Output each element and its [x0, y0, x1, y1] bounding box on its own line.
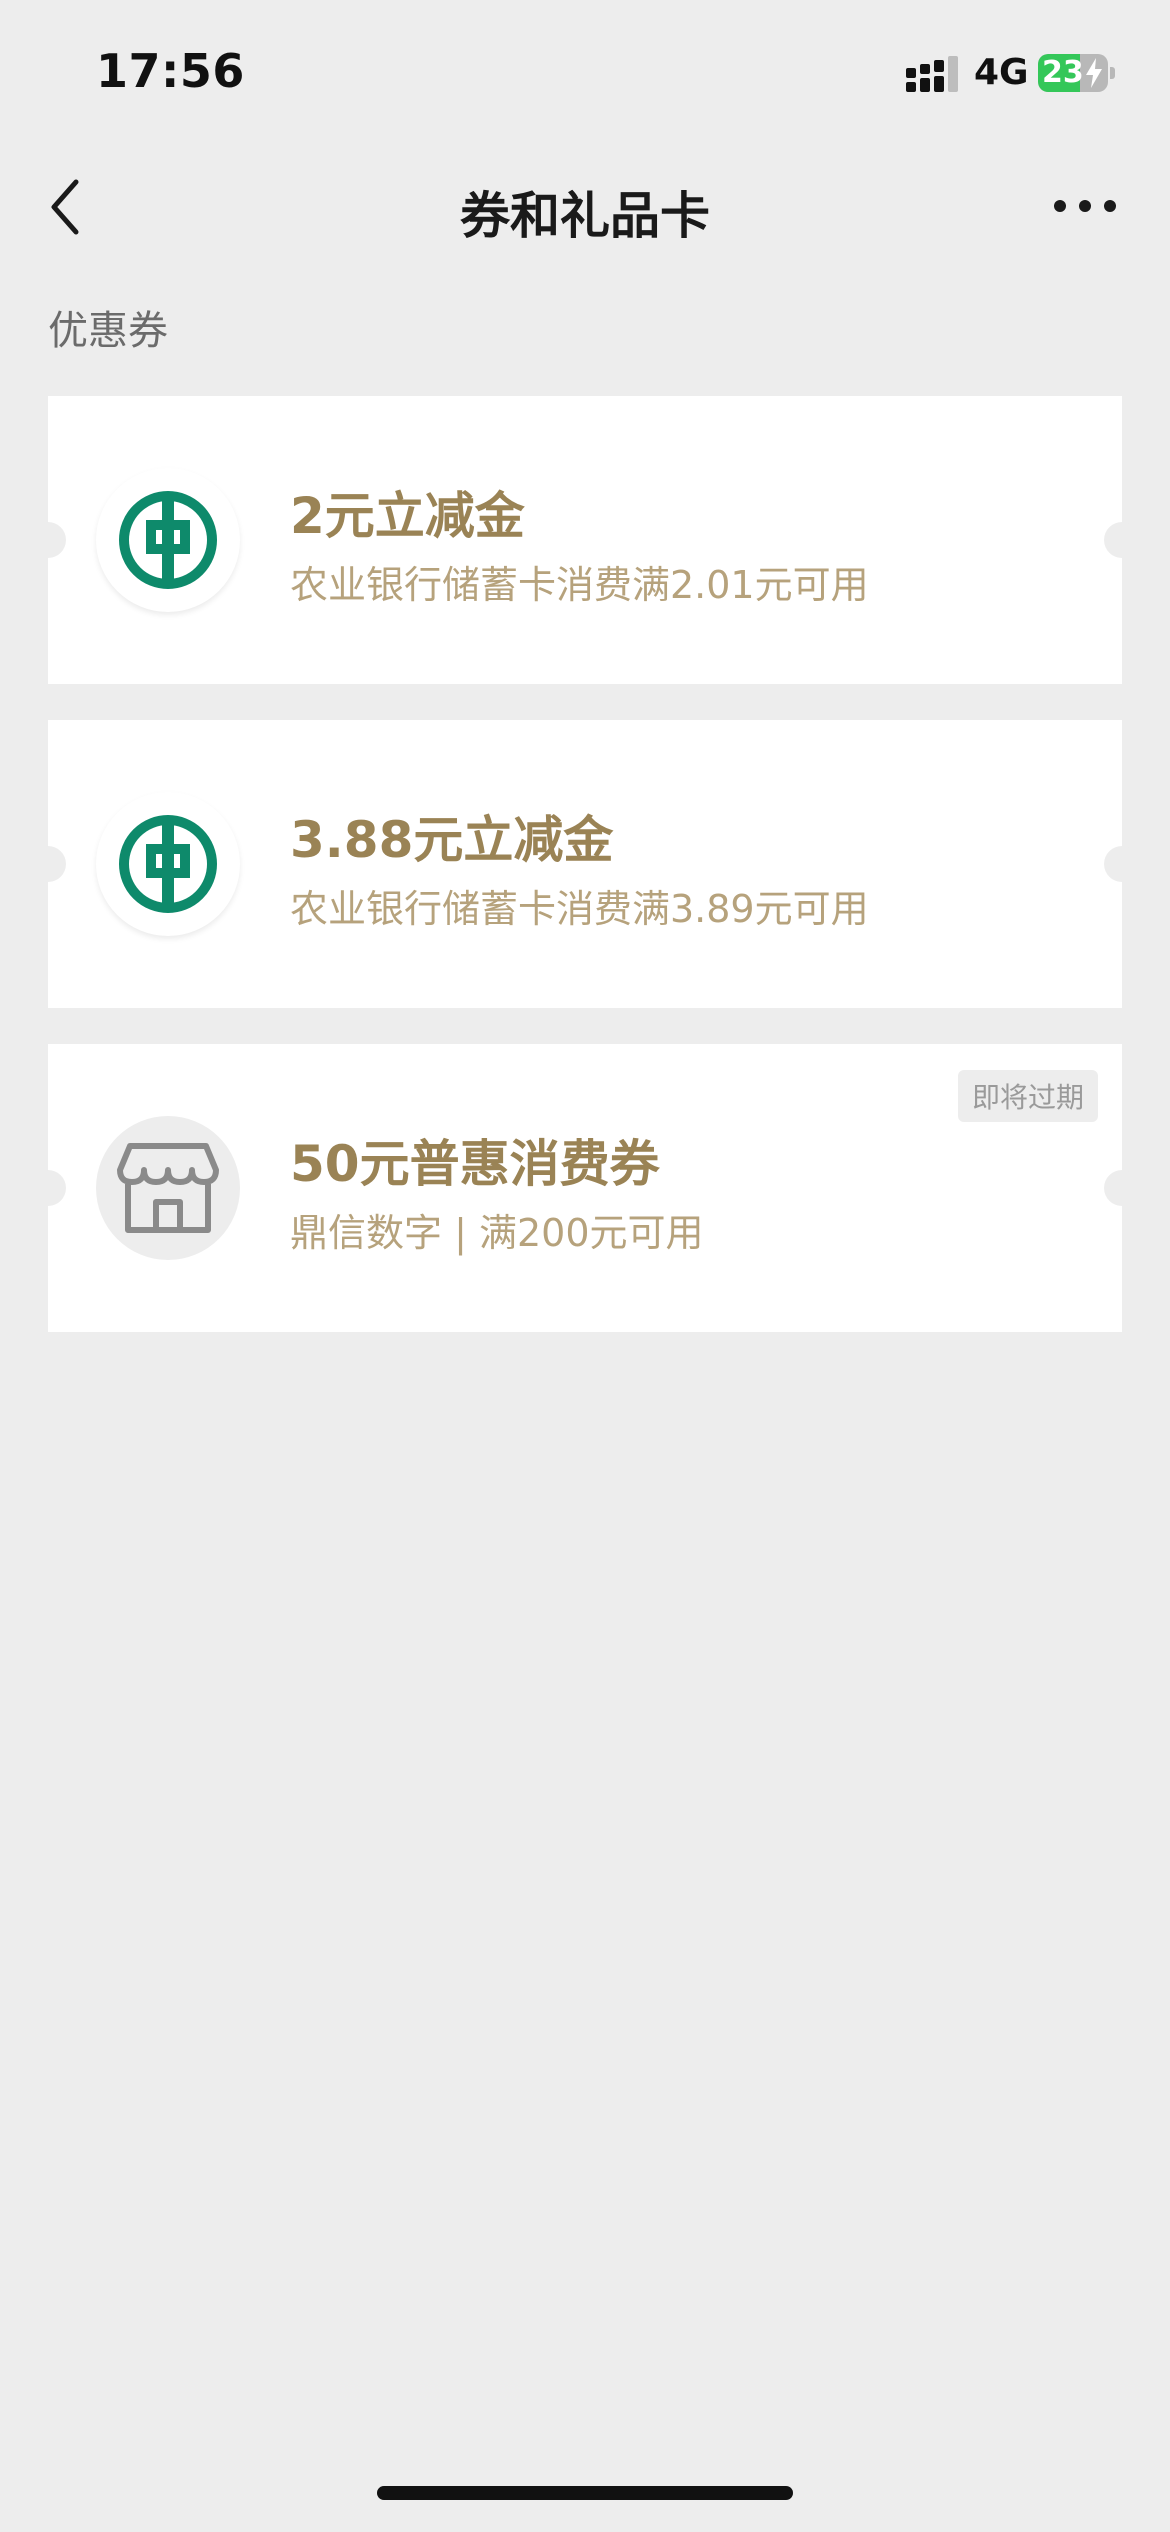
store-icon	[117, 1143, 219, 1233]
status-bar: 17:56 4G 23	[0, 0, 1170, 140]
battery-indicator: 23	[1038, 54, 1116, 92]
page-title: 券和礼品卡	[460, 187, 710, 245]
more-dots-icon	[1054, 200, 1116, 212]
coupon-title: 50元普惠消费券	[290, 1135, 660, 1193]
coupon-title: 2元立减金	[290, 487, 525, 545]
coupon-description: 农业银行储蓄卡消费满3.89元可用	[290, 887, 869, 931]
coupon-description: 农业银行储蓄卡消费满2.01元可用	[290, 563, 869, 607]
cellular-signal-icon	[906, 56, 958, 92]
coupon-card[interactable]: 2元立减金 农业银行储蓄卡消费满2.01元可用	[30, 396, 1140, 684]
section-label: 优惠券	[48, 308, 168, 354]
coupon-card[interactable]: 3.88元立减金 农业银行储蓄卡消费满3.89元可用	[30, 720, 1140, 1008]
abc-bank-logo-icon	[119, 815, 217, 913]
abc-bank-logo-icon	[119, 491, 217, 589]
bank-logo	[96, 468, 240, 612]
network-type: 4G	[974, 52, 1029, 93]
store-logo	[96, 1116, 240, 1260]
battery-level: 23	[1042, 55, 1084, 90]
status-time: 17:56	[96, 44, 245, 98]
expiring-badge: 即将过期	[957, 1070, 1098, 1122]
bank-logo	[96, 792, 240, 936]
home-indicator[interactable]	[377, 2486, 793, 2500]
coupon-description: 鼎信数字 | 满200元可用	[290, 1211, 704, 1255]
more-button[interactable]	[1050, 194, 1120, 218]
charging-bolt-icon	[1086, 58, 1102, 88]
nav-bar: 券和礼品卡	[0, 150, 1170, 260]
coupon-card[interactable]: 即将过期 50元普惠消费券 鼎信数字 | 满200元可用	[30, 1044, 1140, 1332]
coupon-title: 3.88元立减金	[290, 811, 614, 869]
